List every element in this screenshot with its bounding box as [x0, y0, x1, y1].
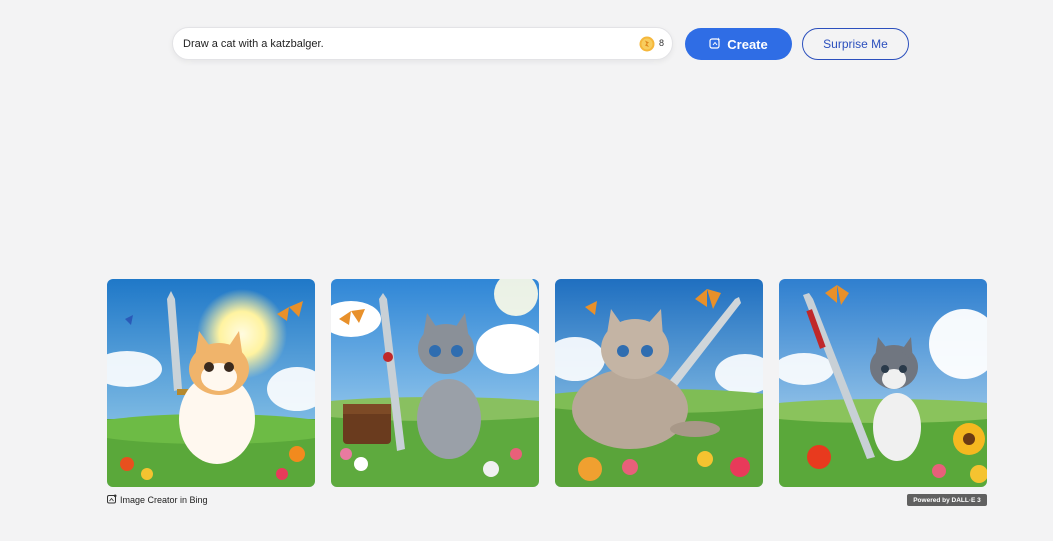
- image-creator-credit: Image Creator in Bing: [107, 494, 208, 506]
- result-image-4[interactable]: [779, 279, 987, 487]
- create-sparkle-icon: [709, 37, 721, 52]
- create-button[interactable]: Create: [685, 28, 792, 60]
- prompt-input[interactable]: [183, 36, 623, 52]
- image-creator-icon: [107, 494, 117, 506]
- result-image-2[interactable]: [331, 279, 539, 487]
- prompt-box[interactable]: 8: [172, 27, 673, 60]
- coin-icon: [639, 36, 655, 52]
- boost-count: 8: [659, 38, 665, 48]
- surprise-button-label: Surprise Me: [823, 37, 888, 51]
- create-button-label: Create: [727, 36, 768, 52]
- surprise-me-button[interactable]: Surprise Me: [802, 28, 909, 60]
- result-image-1[interactable]: [107, 279, 315, 487]
- credit-label: Image Creator in Bing: [120, 495, 208, 505]
- powered-by-badge: Powered by DALL·E 3: [907, 494, 987, 506]
- result-image-3[interactable]: [555, 279, 763, 487]
